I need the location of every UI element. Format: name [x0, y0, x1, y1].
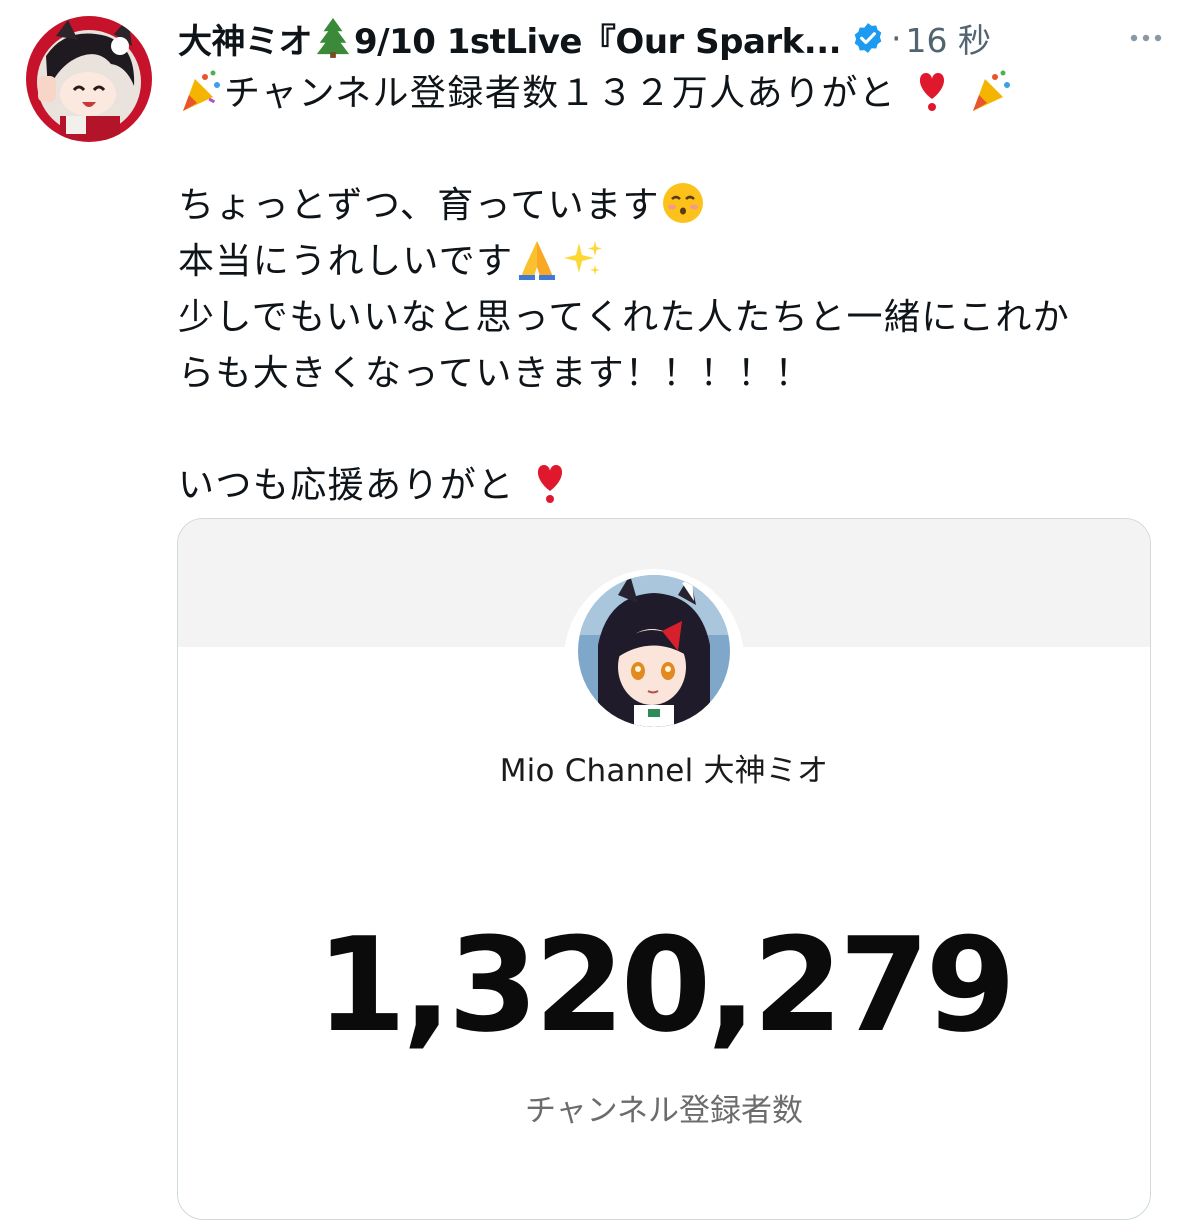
separator-dot: ·: [891, 18, 902, 58]
display-name-suffix: 9/10 1stLive『Our Spark...: [354, 21, 842, 62]
tweet-line-1-text: チャンネル登録者数１３２万人ありがと: [224, 73, 897, 114]
tweet-line-6-text: いつも応援ありがと: [178, 465, 515, 506]
tweet-line-4: 少しでもいいなと思ってくれた人たちと一緒にこれか: [178, 290, 1158, 346]
channel-name: Mio Channel 大神ミオ: [499, 753, 829, 789]
display-name-text: 大神ミオ: [178, 21, 313, 62]
heavy-heart-exclamation-emoji: [919, 73, 945, 111]
tweet-line-3: 本当にうれしいです: [178, 234, 1158, 290]
tweet-line-2-text: ちょっとずつ、育っています: [178, 185, 660, 226]
subscriber-count: 1,320,279: [316, 909, 1016, 1061]
tweet-line-5-text: らも大きくなっていきます！！！！！: [178, 353, 813, 394]
party-popper-emoji-2: [972, 70, 1010, 111]
profile-avatar[interactable]: [26, 16, 152, 142]
tweet-line-2: ちょっとずつ、育っています: [178, 178, 1158, 234]
folded-hands-emoji: [518, 241, 555, 280]
sparkles-emoji: [563, 241, 602, 275]
tweet-line-3-text: 本当にうれしいです: [178, 241, 514, 282]
tweet-line-4-text: 少しでもいいなと思ってくれた人たちと一緒にこれか: [178, 297, 1071, 338]
display-name[interactable]: 大神ミオ 9/10 1stLive『Our Spark...: [178, 14, 842, 63]
timestamp[interactable]: 16 秒: [906, 14, 991, 62]
tweet-header: 大神ミオ 9/10 1stLive『Our Spark... · 16 秒: [178, 10, 1168, 66]
tweet-line-5: らも大きくなっていきます！！！！！: [178, 346, 1158, 402]
tweet-line-1: チャンネル登録者数１３２万人ありがと: [178, 66, 1158, 122]
kissing-smiling-eyes-emoji: [662, 183, 703, 223]
heavy-heart-exclamation-emoji-2: [538, 465, 563, 503]
christmas-tree-emoji: [316, 17, 350, 58]
party-popper-emoji: [183, 70, 220, 111]
verified-badge-icon: [854, 23, 882, 53]
channel-avatar: [578, 575, 730, 727]
tweet-line-6: いつも応援ありがと: [178, 458, 1158, 514]
more-options-icon[interactable]: [1124, 20, 1168, 56]
tweet-text: チャンネル登録者数１３２万人ありがと ちょっとずつ、育っています 本当にうれしい…: [178, 66, 1158, 514]
media-card[interactable]: Mio Channel 大神ミオ 1,320,279 チャンネル登録者数: [177, 518, 1151, 1220]
subscriber-label: チャンネル登録者数: [524, 1093, 804, 1129]
